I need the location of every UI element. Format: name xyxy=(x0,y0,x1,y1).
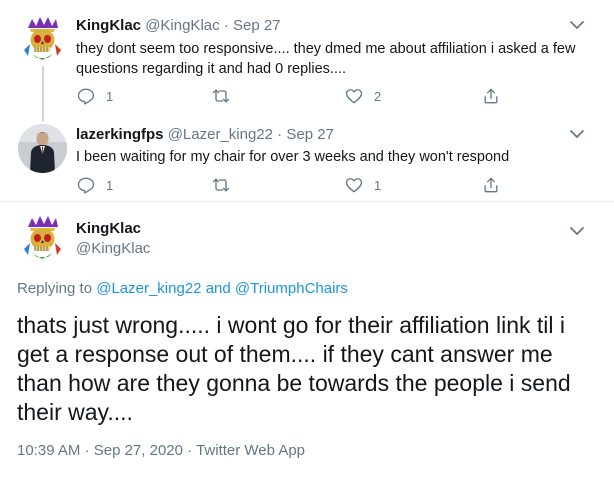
replying-to: Replying to @Lazer_king22 and @TriumphCh… xyxy=(17,280,348,297)
tweet-2[interactable]: lazerkingfps @Lazer_king22 · Sep 27 I be… xyxy=(0,113,614,200)
skull-avatar[interactable] xyxy=(18,14,67,63)
display-name[interactable]: KingKlac xyxy=(76,220,141,237)
main-tweet-text: thats just wrong..... i wont go for thei… xyxy=(17,312,571,425)
tweet-source: Twitter Web App xyxy=(196,442,306,459)
reply-icon xyxy=(77,177,95,194)
handle[interactable]: @Lazer_king22 xyxy=(168,126,273,143)
chevron-down-icon[interactable] xyxy=(568,222,586,240)
retweet-icon xyxy=(212,178,230,192)
chevron-down-icon[interactable] xyxy=(568,125,586,143)
person-avatar[interactable] xyxy=(18,124,67,173)
tweet-actions: 1 1 xyxy=(76,175,516,197)
like-button[interactable]: 1 xyxy=(344,175,381,195)
like-button[interactable]: 2 xyxy=(344,86,381,106)
reply-button[interactable]: 1 xyxy=(76,86,113,106)
separator: · xyxy=(223,17,229,34)
separator: · xyxy=(187,442,193,459)
reply-icon xyxy=(77,88,95,105)
like-icon xyxy=(345,178,363,193)
mention-link-lazer-king22[interactable]: @Lazer_king22 xyxy=(96,280,201,297)
replying-prefix: Replying to xyxy=(17,280,93,297)
tweet-time[interactable]: 10:39 AM xyxy=(17,442,80,459)
main-handle[interactable]: @KingKlac xyxy=(76,240,150,257)
tweet-text: I been waiting for my chair for over 3 w… xyxy=(76,149,510,165)
reply-count: 1 xyxy=(106,88,114,104)
tweet-date[interactable]: Sep 27 xyxy=(233,17,281,34)
tweet-header: KingKlac @KingKlac · Sep 27 xyxy=(76,17,281,34)
retweet-icon xyxy=(212,89,230,103)
retweet-button[interactable] xyxy=(211,86,241,106)
reply-count: 1 xyxy=(106,177,114,193)
tweet-full-date[interactable]: Sep 27, 2020 xyxy=(94,442,183,459)
share-button[interactable] xyxy=(481,86,501,106)
reply-button[interactable]: 1 xyxy=(76,175,113,195)
like-icon xyxy=(345,89,363,104)
like-count: 2 xyxy=(374,88,382,104)
mention-link-triumphchairs[interactable]: @TriumphChairs xyxy=(235,280,348,297)
tweet-header: lazerkingfps @Lazer_king22 · Sep 27 xyxy=(76,126,334,143)
tweet-actions: 1 2 xyxy=(76,86,516,108)
like-count: 1 xyxy=(374,177,382,193)
handle[interactable]: @KingKlac xyxy=(145,17,219,34)
retweet-button[interactable] xyxy=(211,175,241,195)
share-button[interactable] xyxy=(481,175,501,195)
separator: · xyxy=(84,442,90,459)
chevron-down-icon[interactable] xyxy=(568,16,586,34)
display-name[interactable]: KingKlac xyxy=(76,17,141,34)
tweet-date[interactable]: Sep 27 xyxy=(286,126,334,143)
share-icon xyxy=(484,88,498,104)
share-icon xyxy=(484,177,498,193)
skull-avatar[interactable] xyxy=(18,213,67,262)
separator: · xyxy=(277,126,283,143)
tweet-meta: 10:39 AM · Sep 27, 2020 · Twitter Web Ap… xyxy=(17,442,305,459)
display-name[interactable]: lazerkingfps xyxy=(76,126,164,143)
replying-and: and xyxy=(205,280,231,297)
tweet-1[interactable]: KingKlac @KingKlac · Sep 27 they dont se… xyxy=(0,0,614,121)
main-display-name[interactable]: KingKlac xyxy=(76,220,141,237)
tweet-text: they dont seem too responsive.... they d… xyxy=(76,41,576,77)
